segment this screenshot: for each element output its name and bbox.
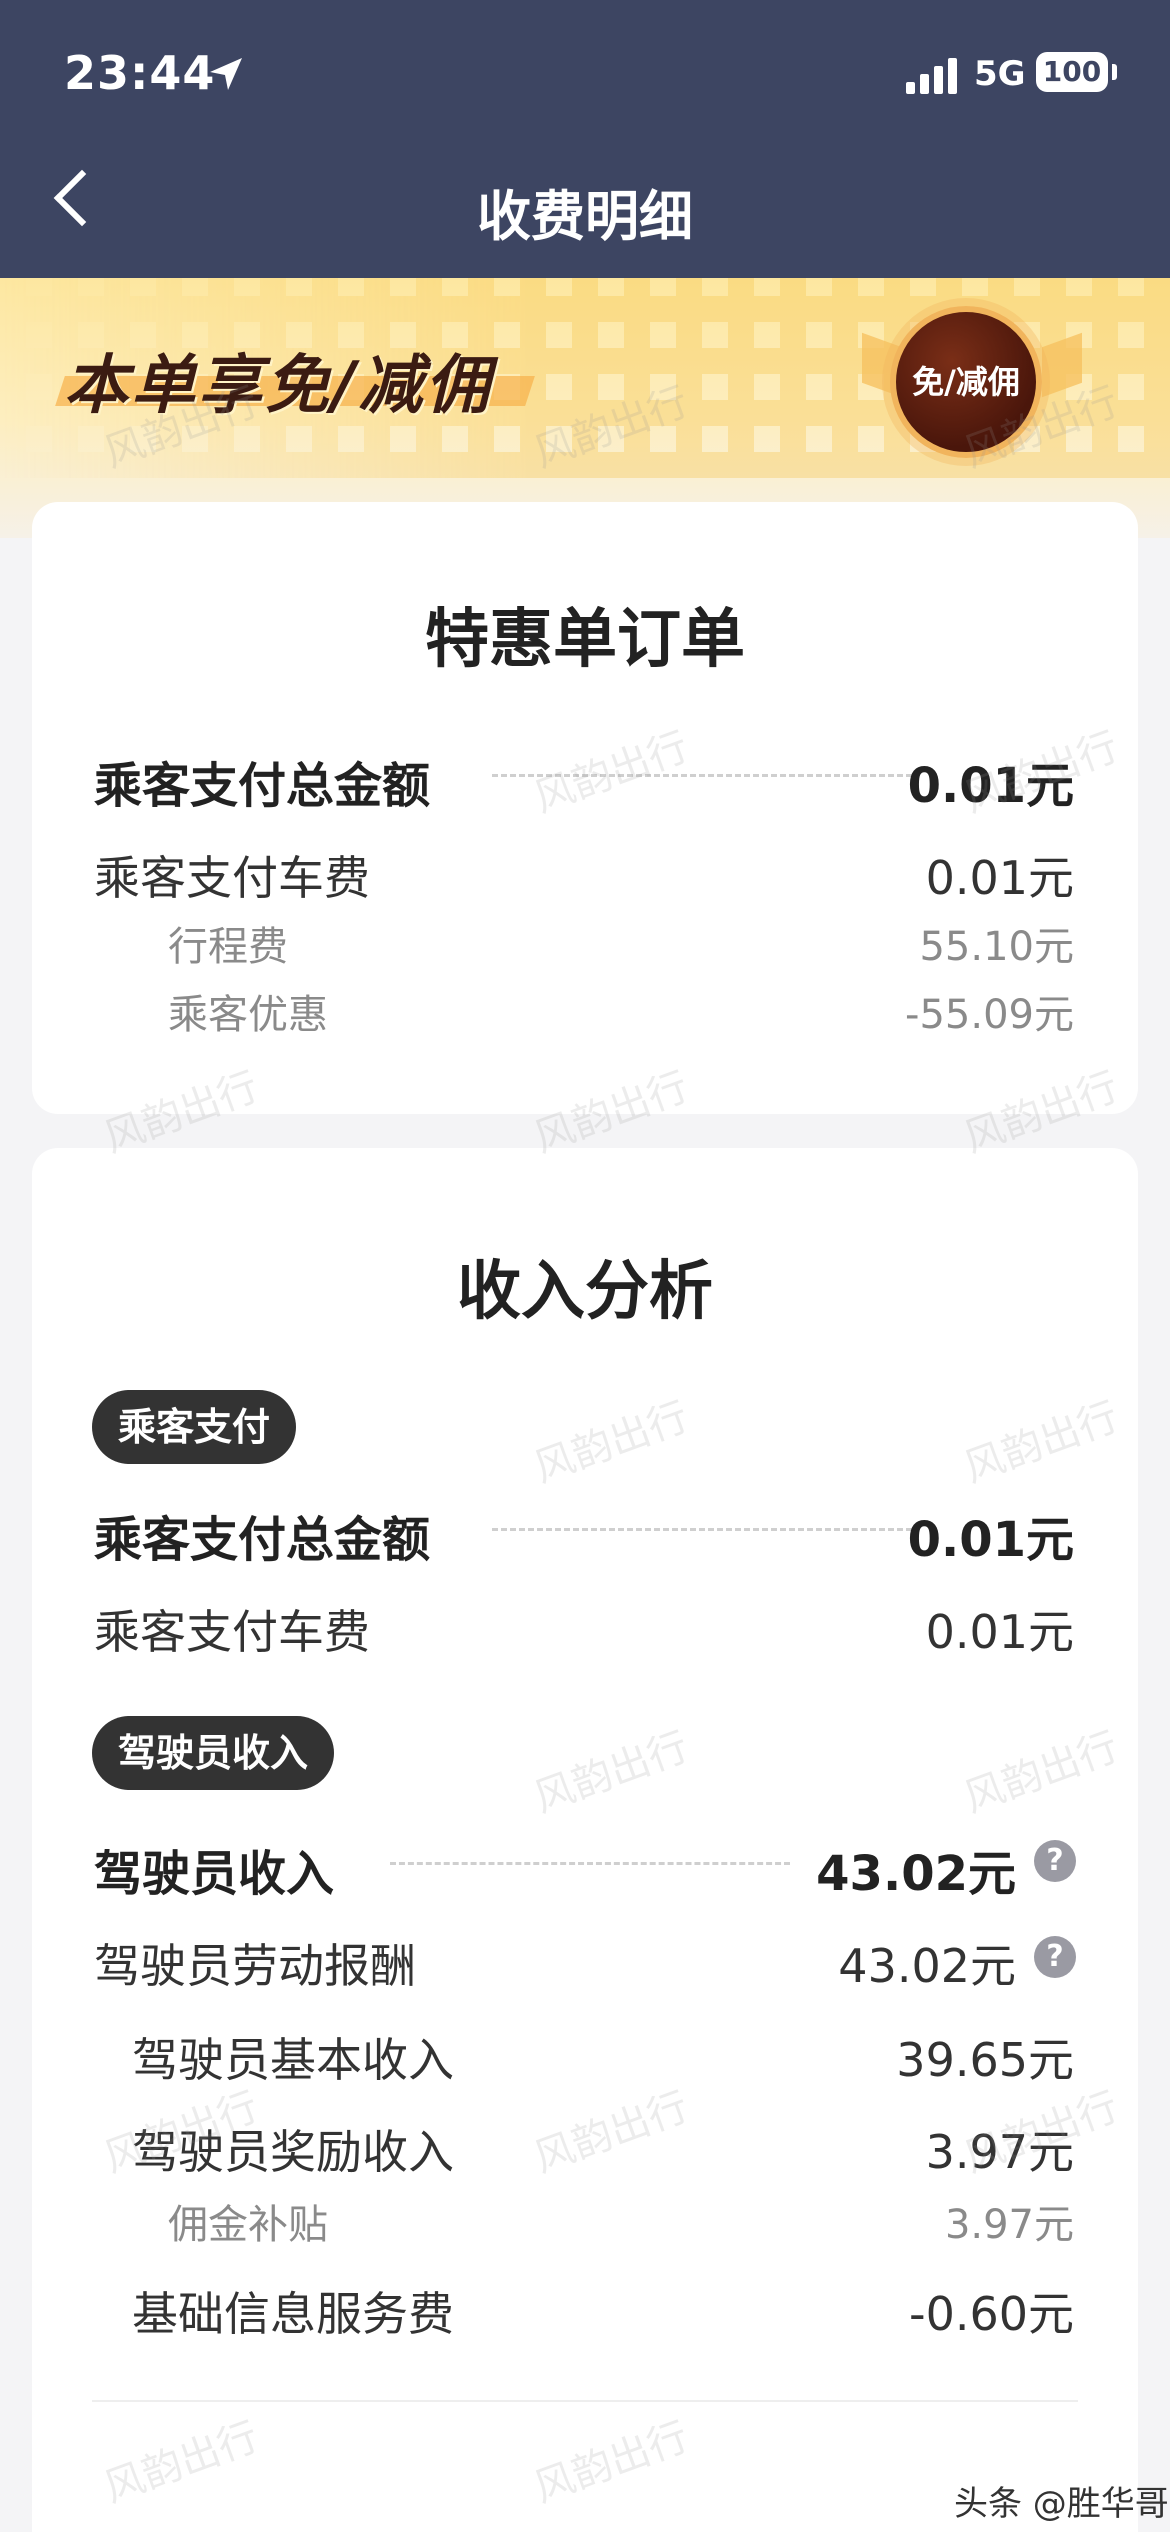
trip-fee-value: 55.10元: [919, 924, 1074, 970]
income-fare-label: 乘客支付车费: [94, 1605, 370, 1659]
trip-fee-label: 行程费: [168, 924, 288, 970]
income-total-label: 乘客支付总金额: [94, 1512, 431, 1568]
commission-subsidy-row: 佣金补贴 3.97元: [32, 2192, 1138, 2252]
trip-fee-row: 行程费 55.10元: [32, 914, 1138, 974]
labor-pay-label: 驾驶员劳动报酬: [94, 1939, 416, 1993]
base-income-value: 39.65元: [896, 2033, 1074, 2087]
help-icon[interactable]: ?: [1034, 1840, 1076, 1882]
income-fare-row: 乘客支付车费 0.01元: [32, 1596, 1138, 1659]
commission-subsidy-value: 3.97元: [944, 2202, 1074, 2248]
driver-income-row: 驾驶员收入 43.02元 ?: [32, 1834, 1138, 1902]
passenger-payment-tag: 乘客支付: [92, 1390, 297, 1464]
order-fare-row: 乘客支付车费 0.01元: [32, 842, 1138, 905]
service-fee-row: 基础信息服务费 -0.60元: [32, 2278, 1138, 2341]
passenger-discount-label: 乘客优惠: [168, 992, 328, 1038]
passenger-discount-value: -55.09元: [905, 992, 1074, 1038]
driver-income-value: 43.02元: [816, 1846, 1016, 1902]
signal-icon: [906, 56, 962, 94]
top-header: 23:44 5G 100 收费明细: [0, 0, 1170, 278]
status-time: 23:44: [64, 46, 216, 100]
income-card: 收入分析 乘客支付 乘客支付总金额 0.01元 乘客支付车费 0.01元 驾驶员…: [32, 1148, 1138, 2532]
location-arrow-icon: [210, 58, 242, 90]
service-fee-value: -0.60元: [908, 2287, 1074, 2341]
income-card-title: 收入分析: [457, 1255, 713, 1329]
labor-pay-row: 驾驶员劳动报酬 43.02元 ?: [32, 1930, 1138, 1993]
dotted-leader: [390, 1862, 790, 1865]
battery-icon: 100: [1036, 52, 1108, 92]
service-fee-label: 基础信息服务费: [132, 2287, 454, 2341]
order-total-label: 乘客支付总金额: [94, 758, 431, 814]
passenger-discount-row: 乘客优惠 -55.09元: [32, 982, 1138, 1042]
driver-income-label: 驾驶员收入: [94, 1846, 335, 1902]
order-fare-label: 乘客支付车费: [94, 851, 370, 905]
divider: [92, 2400, 1078, 2402]
battery-cap: [1112, 64, 1117, 80]
commission-subsidy-label: 佣金补贴: [168, 2202, 328, 2248]
network-type: 5G: [974, 54, 1026, 94]
source-caption: 头条 @胜华哥: [954, 2484, 1169, 2524]
base-income-row: 驾驶员基本收入 39.65元: [32, 2024, 1138, 2087]
driver-income-tag: 驾驶员收入: [92, 1716, 335, 1790]
income-total-value: 0.01元: [907, 1512, 1074, 1568]
base-income-label: 驾驶员基本收入: [132, 2033, 454, 2087]
help-icon[interactable]: ?: [1034, 1936, 1076, 1978]
income-total-row: 乘客支付总金额 0.01元: [32, 1500, 1138, 1568]
order-fare-value: 0.01元: [925, 851, 1074, 905]
order-card-title: 特惠单订单: [425, 603, 745, 677]
labor-pay-value: 43.02元: [838, 1939, 1016, 1993]
page-title: 收费明细: [477, 185, 693, 248]
income-fare-value: 0.01元: [925, 1605, 1074, 1659]
dotted-leader: [492, 1528, 912, 1531]
